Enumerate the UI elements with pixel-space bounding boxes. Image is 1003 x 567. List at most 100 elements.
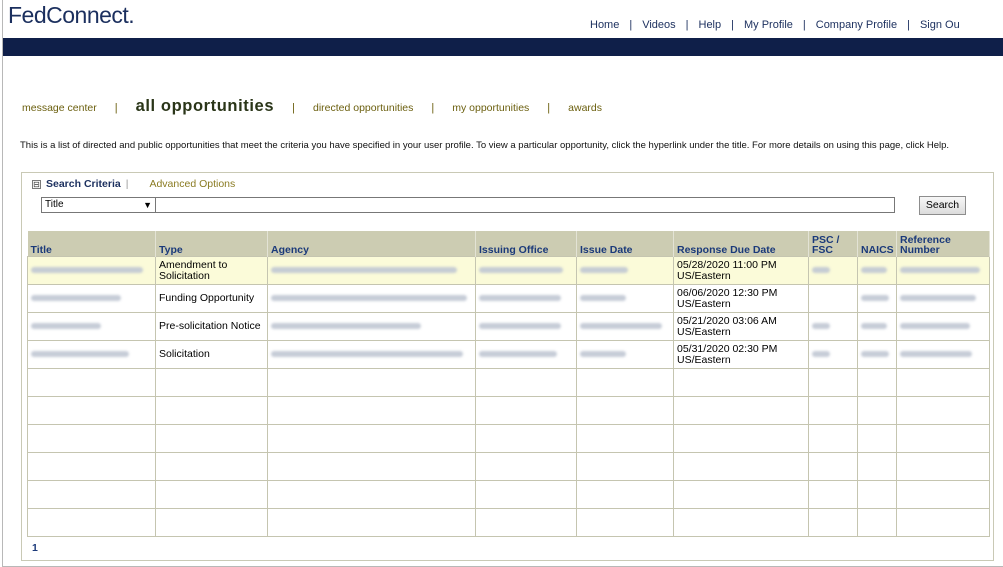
empty-table-row bbox=[27, 424, 990, 453]
naics-cell bbox=[857, 340, 897, 369]
col-title-header[interactable]: Title bbox=[27, 231, 156, 257]
empty-cell bbox=[673, 508, 809, 537]
section-tabs: message center | all opportunities | directe… bbox=[22, 97, 602, 116]
empty-cell bbox=[896, 396, 990, 425]
redacted-text bbox=[900, 295, 976, 301]
redacted-text bbox=[479, 267, 563, 273]
due-timezone: US/Eastern bbox=[677, 353, 731, 366]
table-row[interactable]: Pre-solicitation Notice 05/21/2020 03:06… bbox=[27, 312, 990, 341]
agency-cell bbox=[267, 312, 476, 341]
col-response-due-header[interactable]: Response Due Date bbox=[673, 231, 809, 257]
due-timezone: US/Eastern bbox=[677, 269, 731, 282]
empty-cell bbox=[475, 424, 577, 453]
redacted-text bbox=[812, 351, 830, 357]
empty-cell bbox=[673, 424, 809, 453]
empty-cell bbox=[27, 480, 156, 509]
empty-cell bbox=[475, 452, 577, 481]
redacted-title-link[interactable] bbox=[31, 323, 101, 329]
redacted-text bbox=[580, 295, 626, 301]
empty-cell bbox=[808, 396, 858, 425]
search-button[interactable]: Search bbox=[919, 196, 966, 215]
tab-awards[interactable]: awards bbox=[568, 102, 602, 114]
tab-my-opportunities[interactable]: my opportunities bbox=[452, 102, 529, 114]
agency-cell bbox=[267, 256, 476, 285]
nav-separator: | bbox=[907, 19, 910, 31]
redacted-title-link[interactable] bbox=[31, 267, 143, 273]
col-type-header[interactable]: Type bbox=[155, 231, 268, 257]
empty-cell bbox=[576, 368, 674, 397]
nav-videos-link[interactable]: Videos bbox=[642, 19, 675, 31]
response-due-cell: 06/06/2020 12:30 PM US/Eastern bbox=[673, 284, 809, 313]
collapse-toggle-icon[interactable]: ⊟ bbox=[32, 179, 41, 189]
nav-company-profile-link[interactable]: Company Profile bbox=[816, 19, 897, 31]
nav-separator: | bbox=[685, 19, 689, 31]
pagination-page-link[interactable]: 1 bbox=[32, 542, 38, 554]
tab-directed-opportunities[interactable]: directed opportunities bbox=[313, 102, 413, 114]
nav-my-profile-link[interactable]: My Profile bbox=[744, 19, 793, 31]
empty-cell bbox=[896, 424, 990, 453]
naics-cell bbox=[857, 312, 897, 341]
header-bar bbox=[3, 38, 1003, 56]
empty-cell bbox=[475, 396, 577, 425]
issue-date-cell bbox=[576, 256, 674, 285]
title-cell[interactable] bbox=[27, 312, 156, 341]
empty-cell bbox=[576, 424, 674, 453]
issue-date-cell bbox=[576, 284, 674, 313]
table-row[interactable]: Amendment to Solicitation 05/28/2020 11:… bbox=[27, 256, 990, 285]
empty-cell bbox=[475, 480, 577, 509]
search-criteria-label[interactable]: Search Criteria bbox=[46, 178, 121, 190]
type-cell: Funding Opportunity bbox=[155, 284, 268, 313]
nav-separator: | bbox=[629, 19, 633, 31]
empty-cell bbox=[857, 508, 897, 537]
title-cell[interactable] bbox=[27, 284, 156, 313]
table-row[interactable]: Solicitation 05/31/2020 02:30 PM US/Easte… bbox=[27, 340, 990, 369]
redacted-text bbox=[861, 351, 889, 357]
col-naics-header[interactable]: NAICS bbox=[857, 231, 897, 257]
empty-cell bbox=[808, 424, 858, 453]
empty-cell bbox=[673, 396, 809, 425]
title-cell[interactable] bbox=[27, 256, 156, 285]
table-row[interactable]: Funding Opportunity 06/06/2020 12:30 PM U… bbox=[27, 284, 990, 313]
psc-cell bbox=[808, 284, 858, 313]
col-issuing-office-header[interactable]: Issuing Office bbox=[475, 231, 577, 257]
nav-help-link[interactable]: Help bbox=[699, 19, 722, 31]
title-cell[interactable] bbox=[27, 340, 156, 369]
empty-cell bbox=[267, 480, 476, 509]
intro-text: This is a list of directed and public op… bbox=[20, 140, 950, 151]
nav-separator: | bbox=[802, 19, 806, 31]
redacted-title-link[interactable] bbox=[31, 351, 129, 357]
col-reference-header[interactable]: Reference Number bbox=[896, 231, 990, 257]
issuing-office-cell bbox=[475, 312, 577, 341]
top-nav: Home | Videos | Help | My Profile | Company Prof… bbox=[590, 19, 960, 31]
search-input[interactable] bbox=[155, 197, 895, 213]
type-cell: Amendment to Solicitation bbox=[155, 256, 268, 285]
empty-table-row bbox=[27, 452, 990, 481]
advanced-options-link[interactable]: Advanced Options bbox=[149, 178, 235, 190]
search-field-select[interactable]: Title ▼ bbox=[41, 197, 156, 213]
col-agency-header[interactable]: Agency bbox=[267, 231, 476, 257]
naics-cell bbox=[857, 256, 897, 285]
redacted-text bbox=[580, 323, 662, 329]
nav-sign-out-link[interactable]: Sign Ou bbox=[920, 19, 960, 31]
type-cell: Solicitation bbox=[155, 340, 268, 369]
redacted-text bbox=[861, 323, 887, 329]
fedconnect-logo[interactable]: FedConnect. bbox=[8, 2, 135, 29]
number-header-line: Number bbox=[900, 244, 940, 256]
table-header-row: Title Type Agency Issuing Office Issue D… bbox=[27, 231, 990, 257]
empty-cell bbox=[896, 368, 990, 397]
tab-message-center[interactable]: message center bbox=[22, 102, 97, 114]
search-field-value: Title bbox=[45, 199, 64, 210]
due-timezone: US/Eastern bbox=[677, 297, 731, 310]
reference-cell bbox=[896, 256, 990, 285]
tab-all-opportunities[interactable]: all opportunities bbox=[136, 97, 275, 115]
nav-home-link[interactable]: Home bbox=[590, 19, 619, 31]
redacted-text bbox=[861, 267, 887, 273]
tab-separator: | bbox=[292, 102, 295, 114]
col-issue-date-header[interactable]: Issue Date bbox=[576, 231, 674, 257]
empty-cell bbox=[673, 480, 809, 509]
empty-cell bbox=[857, 480, 897, 509]
redacted-title-link[interactable] bbox=[31, 295, 121, 301]
empty-cell bbox=[27, 368, 156, 397]
col-psc-header[interactable]: PSC / FSC bbox=[808, 231, 858, 257]
empty-cell bbox=[576, 452, 674, 481]
